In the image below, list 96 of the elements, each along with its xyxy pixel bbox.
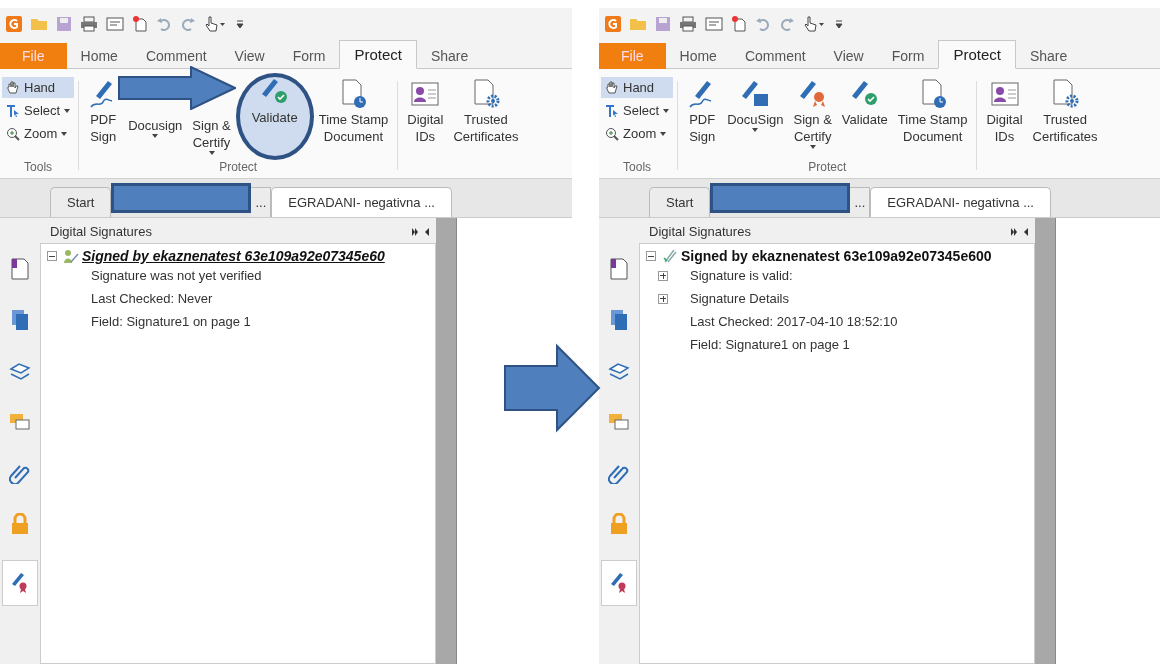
collapse-toggle[interactable] (47, 251, 57, 261)
ribbon-button[interactable]: Trusted Certificates (448, 77, 524, 178)
expand-toggle[interactable] (658, 293, 668, 304)
document-tab[interactable]: Start (50, 187, 112, 217)
tree-item: Field: Signature1 on page 1 (91, 314, 251, 329)
panel-title: Digital Signatures (50, 224, 152, 239)
group-label: Tools (623, 160, 652, 176)
padlock-icon (609, 513, 629, 535)
page-bookmark-icon (609, 258, 629, 280)
touch-hand-icon[interactable] (204, 16, 228, 32)
menu-tab[interactable]: View (819, 43, 878, 69)
menu-tab[interactable]: Comment (730, 43, 820, 69)
ribbon-button[interactable]: Time Stamp Document (892, 77, 973, 160)
document-tab[interactable]: EGRADANI- negativna ... (271, 187, 452, 217)
ribbon-button[interactable]: Digital IDs (981, 77, 1028, 178)
tree-item: Field: Signature1 on page 1 (690, 337, 850, 352)
ribbon-button[interactable]: DocuSign (722, 77, 789, 160)
tool-button[interactable]: Zoom (601, 123, 674, 144)
tool-button[interactable]: Zoom (2, 123, 75, 144)
layers-icon (9, 360, 31, 382)
hand-icon (605, 80, 619, 95)
zoom-icon (6, 126, 20, 141)
ribbon-button[interactable]: Sign & Certify (788, 77, 837, 160)
print-icon[interactable] (80, 16, 98, 32)
menu-tab[interactable]: Share (416, 43, 483, 69)
pages-icon (10, 309, 30, 331)
document-gear-icon (1050, 79, 1081, 109)
layers-icon (608, 360, 630, 382)
document-tab[interactable]: Start (649, 187, 711, 217)
panel-controls-icon[interactable] (412, 227, 430, 236)
tree-item: Signature was not yet verified (91, 268, 262, 283)
tree-item: Signature is valid: (690, 268, 793, 283)
person-pen-icon (63, 248, 79, 264)
ribbon-button[interactable]: Trusted Certificates (1027, 77, 1103, 178)
document-tab[interactable]: ... (251, 187, 272, 217)
customize-icon[interactable] (835, 18, 843, 30)
padlock-icon (10, 513, 30, 535)
zoom-icon (605, 126, 619, 141)
customize-icon[interactable] (236, 18, 244, 30)
ribbon-button[interactable]: Sign & Certify (187, 113, 236, 160)
sidebar-tab[interactable] (2, 560, 38, 606)
panel-title: Digital Signatures (649, 224, 751, 239)
comments-icon (608, 411, 630, 433)
panel-controls-icon[interactable] (1011, 227, 1029, 236)
print-icon[interactable] (679, 16, 697, 32)
group-label: Protect (808, 160, 847, 176)
signature-label[interactable]: Signed by ekaznenatest 63e109a92e07345e600 (681, 248, 992, 264)
tree-item: Last Checked: 2017-04-10 18:52:10 (690, 314, 898, 329)
id-card-icon (989, 79, 1020, 109)
tool-button[interactable]: Select (2, 100, 75, 121)
new-document-icon[interactable] (132, 16, 148, 32)
menu-tab[interactable]: View (220, 43, 279, 69)
tree-item: Signature Details (690, 291, 789, 306)
app-logo-icon[interactable] (6, 16, 22, 32)
ribbon-button[interactable]: Digital IDs (402, 77, 449, 178)
pen-ribbon-icon (797, 79, 828, 109)
collapse-toggle[interactable] (646, 251, 656, 261)
tool-button[interactable]: Select (601, 100, 674, 121)
ribbon-button[interactable]: Validate (836, 77, 893, 160)
menu-tab[interactable]: Home (66, 43, 132, 69)
sidebar-tab[interactable] (601, 560, 637, 606)
id-card-icon (410, 79, 441, 109)
tree-item: Last Checked: Never (91, 291, 213, 306)
menu-tab[interactable]: Home (665, 43, 731, 69)
pages-icon (609, 309, 629, 331)
menu-tab[interactable]: Form (278, 43, 340, 69)
menu-tab[interactable]: Protect (339, 40, 417, 69)
comments-icon (9, 411, 31, 433)
ribbon-button[interactable]: Docusign (123, 113, 188, 160)
group-label: Tools (24, 160, 53, 176)
text-cursor-icon (6, 103, 20, 118)
window-icon[interactable] (705, 16, 723, 32)
ribbon-button[interactable]: Time Stamp Document (313, 77, 394, 160)
ribbon-button[interactable]: Validate (235, 73, 314, 160)
window-icon[interactable] (106, 16, 124, 32)
menu-tab[interactable]: Protect (938, 40, 1016, 69)
signature-label[interactable]: Signed by ekaznenatest 63e109a92e07345e60 (82, 248, 385, 264)
ribbon-button[interactable]: PDF Sign (682, 77, 723, 160)
document-tab[interactable]: EGRADANI- negativna ... (870, 187, 1051, 217)
pen-badge-icon (740, 79, 771, 109)
document-tab[interactable]: ... (850, 187, 871, 217)
group-label: Protect (219, 160, 258, 176)
menu-tab[interactable]: Form (877, 43, 939, 69)
hand-icon (6, 80, 20, 95)
pen-checkmark-icon (662, 248, 678, 264)
ribbon-button[interactable]: PDF Sign (83, 77, 124, 160)
text-cursor-icon (605, 103, 619, 118)
expand-toggle[interactable] (658, 270, 668, 281)
new-document-icon[interactable] (731, 16, 747, 32)
page-bookmark-icon (10, 258, 30, 280)
menu-tab[interactable]: Comment (131, 43, 221, 69)
app-logo-icon[interactable] (605, 16, 621, 32)
touch-hand-icon[interactable] (803, 16, 827, 32)
tool-button[interactable]: Hand (601, 77, 674, 98)
menu-tab[interactable]: Share (1015, 43, 1082, 69)
tool-button[interactable]: Hand (2, 77, 75, 98)
